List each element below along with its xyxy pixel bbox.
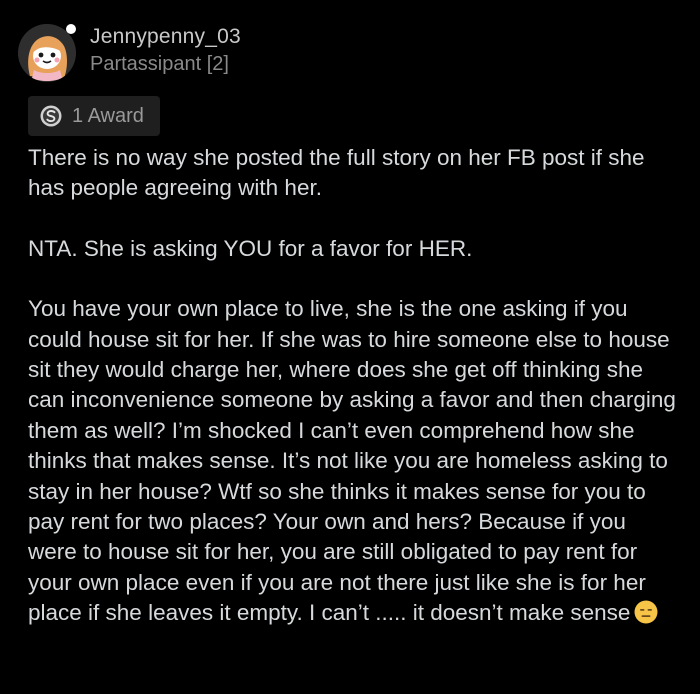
silver-award-icon — [40, 105, 62, 127]
comment-paragraph: You have your own place to live, she is … — [28, 294, 678, 628]
comment-body: There is no way she posted the full stor… — [28, 143, 678, 629]
comment-paragraph: NTA. She is asking YOU for a favor for H… — [28, 235, 473, 261]
user-info: Jennypenny_03 Partassipant [2] — [90, 23, 241, 77]
comment-header: Jennypenny_03 Partassipant [2] — [18, 14, 241, 82]
username[interactable]: Jennypenny_03 — [90, 23, 241, 51]
comment-paragraph: There is no way she posted the full stor… — [28, 145, 645, 201]
award-chip[interactable]: 1 Award — [28, 96, 160, 136]
award-count-label: 1 Award — [72, 104, 144, 127]
avatar-antenna-dot — [66, 24, 76, 34]
comment-paragraph-text: You have your own place to live, she is … — [28, 296, 676, 626]
expressionless-face-emoji — [634, 600, 658, 624]
user-flair: Partassipant [2] — [90, 53, 229, 75]
